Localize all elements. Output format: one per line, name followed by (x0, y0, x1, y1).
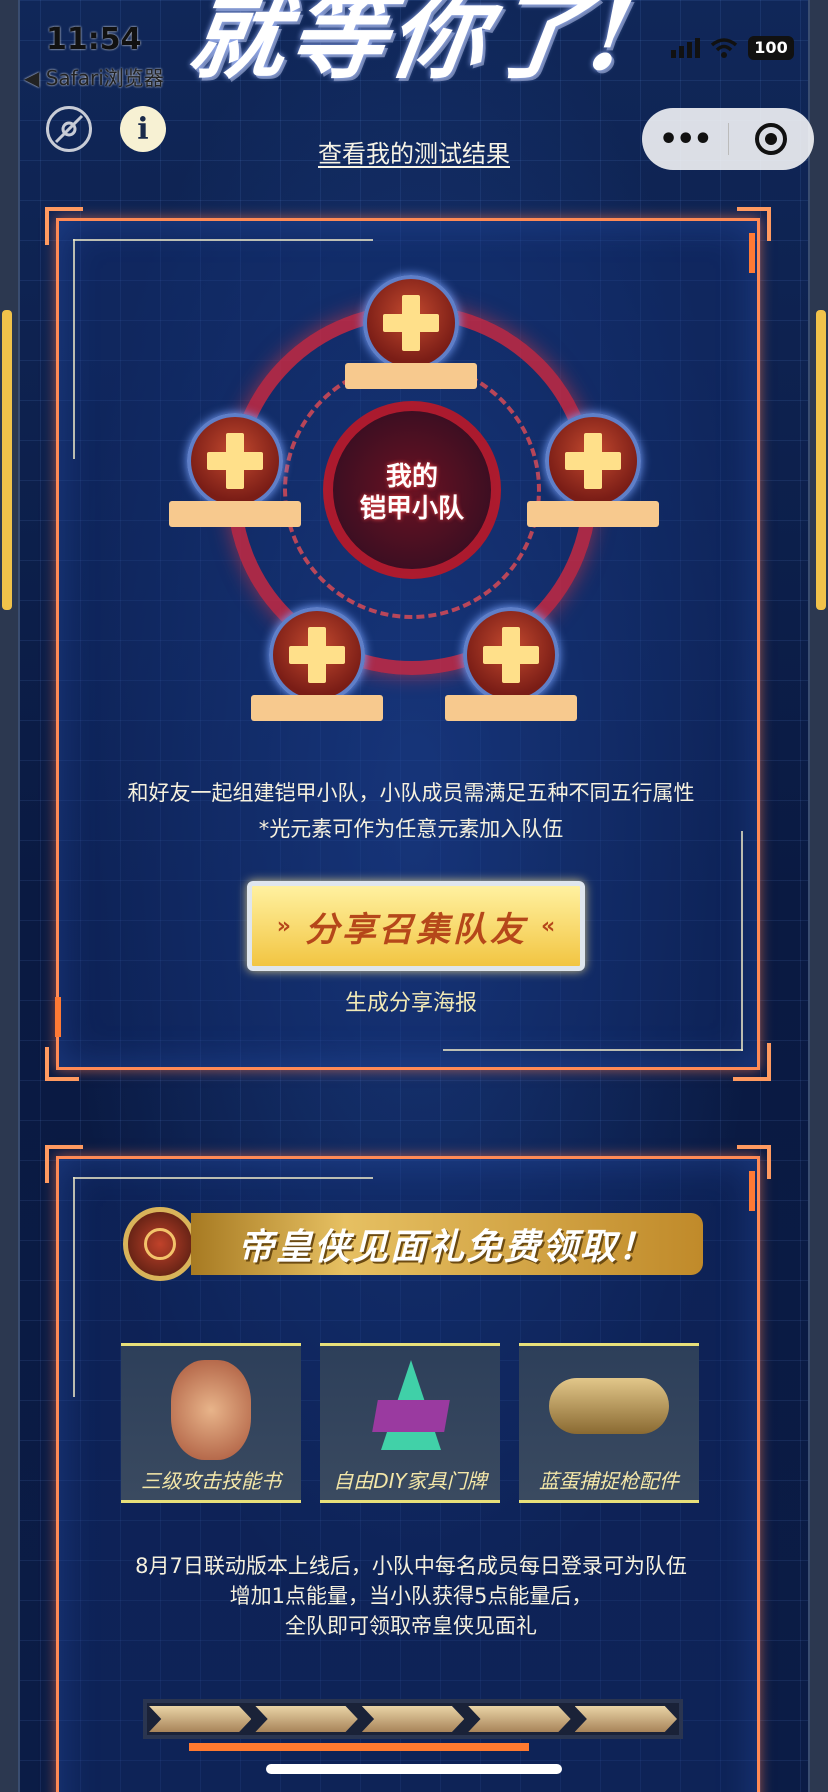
gift-description: 8月7日联动版本上线后，小队中每名成员每日登录可为队伍 增加1点能量，当小队获得… (135, 1554, 687, 1638)
team-slot-3[interactable] (527, 413, 659, 527)
banner-title: 就等你了! (182, 0, 645, 92)
add-member-button[interactable] (269, 607, 365, 703)
share-recruit-button[interactable]: » 分享召集队友 « (247, 881, 585, 971)
team-slot-4[interactable] (251, 607, 383, 721)
team-slot-1[interactable] (345, 275, 477, 389)
energy-segment (255, 1706, 358, 1732)
skill-book-icon (171, 1360, 251, 1460)
add-member-button[interactable] (545, 413, 641, 509)
member-name-label (445, 695, 577, 721)
home-indicator[interactable] (266, 1764, 562, 1774)
team-slot-2[interactable] (169, 413, 301, 527)
energy-segment (361, 1706, 465, 1732)
member-name-label (527, 501, 659, 527)
add-member-button[interactable] (463, 607, 559, 703)
energy-segment (149, 1706, 252, 1732)
signal-icon (671, 38, 700, 58)
team-title: 我的 铠甲小队 (359, 462, 464, 524)
gift-name: 蓝蛋捕捉枪配件 (539, 1469, 679, 1493)
gift-header: 帝皇侠见面礼免费领取！ (123, 1207, 703, 1281)
gift-item: 蓝蛋捕捉枪配件 (519, 1343, 699, 1503)
team-note: *光元素可作为任意元素加入队伍 (258, 817, 564, 841)
gift-item: 三级攻击技能书 (121, 1343, 301, 1503)
team-panel: 我的 铠甲小队 和好友一起组建铠甲小队，小队成员需满足五种不同五行属性 *光元素… (45, 207, 771, 1081)
team-description: 和好友一起组建铠甲小队，小队成员需满足五种不同五行属性 (127, 781, 695, 805)
right-frame (808, 0, 828, 1792)
gift-item: 自由DIY家具门牌 (320, 1343, 500, 1503)
energy-progress-bar (143, 1699, 683, 1739)
status-time: 11:54 (46, 22, 142, 57)
gift-panel: 帝皇侠见面礼免费领取！ 三级攻击技能书 自由DIY家具门牌 蓝蛋捕捉枪配件 8月… (45, 1145, 771, 1792)
battery-icon: 100 (748, 36, 794, 60)
member-name-label (251, 695, 383, 721)
add-member-button[interactable] (363, 275, 459, 371)
back-to-safari-link[interactable]: ◀ Safari浏览器 (24, 62, 164, 91)
gift-list: 三级攻击技能书 自由DIY家具门牌 蓝蛋捕捉枪配件 (121, 1343, 699, 1503)
emblem-icon (123, 1207, 197, 1281)
wifi-icon (710, 38, 738, 58)
status-indicators: 100 (671, 36, 794, 60)
energy-segment (468, 1706, 571, 1732)
left-frame (0, 0, 20, 1792)
generate-poster-link[interactable]: 生成分享海报 (59, 985, 763, 1017)
energy-segment (574, 1706, 678, 1732)
member-name-label (169, 501, 301, 527)
team-slot-5[interactable] (445, 607, 577, 721)
gift-header-title: 帝皇侠见面礼免费领取！ (191, 1213, 703, 1275)
gift-name: 三级攻击技能书 (141, 1469, 281, 1493)
member-name-label (345, 363, 477, 389)
add-member-button[interactable] (187, 413, 283, 509)
door-sign-icon (372, 1360, 450, 1460)
gift-name: 自由DIY家具门牌 (333, 1469, 487, 1493)
gun-part-icon (549, 1378, 669, 1434)
view-test-result-link[interactable]: 查看我的测试结果 (0, 134, 828, 169)
